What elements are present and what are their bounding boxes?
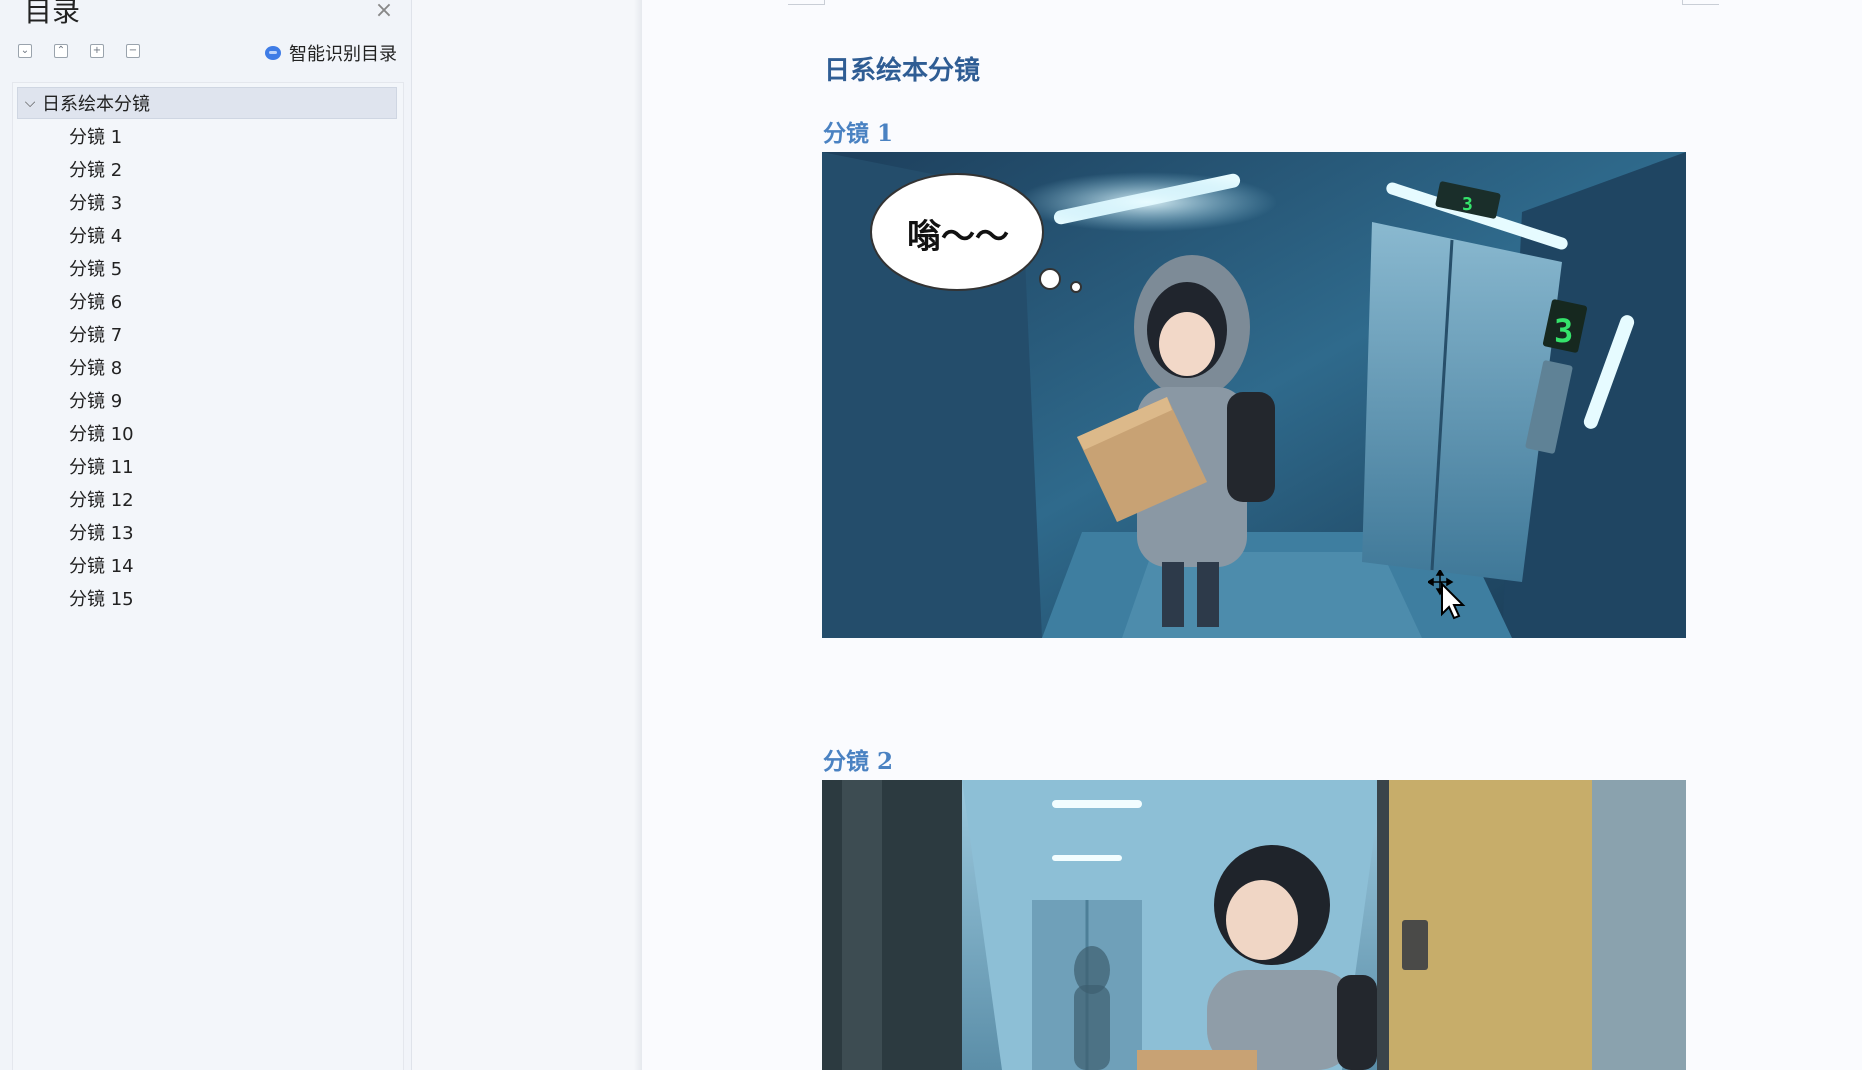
app-window: 目录 × ⌄ ⌃ + − 智能识别目录 ⌵ 日系绘本分镜 分镜 1 分镜 2 分镜 …	[0, 0, 1862, 1070]
floor-display-top: 3	[1462, 194, 1473, 215]
hallway-illustration	[822, 780, 1686, 1070]
toc-item[interactable]: 分镜 8	[69, 352, 134, 385]
document-title[interactable]: 日系绘本分镜	[824, 50, 980, 87]
toc-item[interactable]: 分镜 15	[69, 583, 134, 616]
expand-all-icon[interactable]: ⌃	[54, 44, 68, 58]
speech-bubble-text: 嗡～～	[907, 217, 1009, 257]
chevron-down-icon[interactable]: ⌵	[18, 95, 42, 111]
toc-item[interactable]: 分镜 2	[69, 154, 134, 187]
toc-children: 分镜 1 分镜 2 分镜 3 分镜 4 分镜 5 分镜 6 分镜 7 分镜 8 分镜 9 分镜 1…	[69, 121, 134, 616]
toc-item[interactable]: 分镜 12	[69, 484, 134, 517]
page-shadow	[634, 0, 642, 1070]
storyboard-image[interactable]	[822, 780, 1686, 1070]
toc-item[interactable]: 分镜 13	[69, 517, 134, 550]
smart-toc-label: 智能识别目录	[289, 44, 397, 65]
toc-item[interactable]: 分镜 1	[69, 121, 134, 154]
smart-toc-button[interactable]: 智能识别目录	[265, 40, 397, 66]
toc-item[interactable]: 分镜 11	[69, 451, 134, 484]
toc-tree: ⌵ 日系绘本分镜 分镜 1 分镜 2 分镜 3 分镜 4 分镜 5 分镜 6 分镜 7 分镜 …	[12, 82, 404, 1070]
toc-item[interactable]: 分镜 9	[69, 385, 134, 418]
toc-root-item[interactable]: ⌵ 日系绘本分镜	[17, 87, 397, 119]
toc-item[interactable]: 分镜 3	[69, 187, 134, 220]
storyboard-image[interactable]: 3 3 嗡～～	[822, 152, 1686, 638]
toc-item[interactable]: 分镜 4	[69, 220, 134, 253]
floor-display-panel: 3	[1554, 312, 1573, 350]
nav-pane-title: 目录	[24, 0, 81, 28]
collapse-all-icon[interactable]: ⌄	[18, 44, 32, 58]
margin-corner-mark	[1682, 0, 1719, 5]
ai-icon	[265, 46, 281, 60]
toc-item[interactable]: 分镜 10	[69, 418, 134, 451]
section-heading[interactable]: 分镜 1	[823, 114, 893, 148]
toc-item[interactable]: 分镜 14	[69, 550, 134, 583]
close-icon[interactable]: ×	[374, 0, 394, 22]
margin-corner-mark	[788, 0, 825, 5]
toc-root-label: 日系绘本分镜	[42, 94, 150, 115]
pane-gap	[412, 0, 642, 1070]
add-heading-icon[interactable]: +	[90, 44, 104, 58]
navigation-pane: 目录 × ⌄ ⌃ + − 智能识别目录 ⌵ 日系绘本分镜 分镜 1 分镜 2 分镜 …	[0, 0, 412, 1070]
elevator-illustration: 3 3 嗡～～	[822, 152, 1686, 638]
remove-heading-icon[interactable]: −	[126, 44, 140, 58]
toc-item[interactable]: 分镜 7	[69, 319, 134, 352]
move-cursor-icon	[1428, 570, 1466, 620]
toc-item[interactable]: 分镜 6	[69, 286, 134, 319]
document-page[interactable]: 日系绘本分镜 分镜 1 3 3 嗡～～ 分镜 2	[642, 0, 1862, 1070]
nav-toolbar: ⌄ ⌃ + −	[18, 44, 140, 58]
toc-item[interactable]: 分镜 5	[69, 253, 134, 286]
section-heading[interactable]: 分镜 2	[823, 742, 893, 776]
